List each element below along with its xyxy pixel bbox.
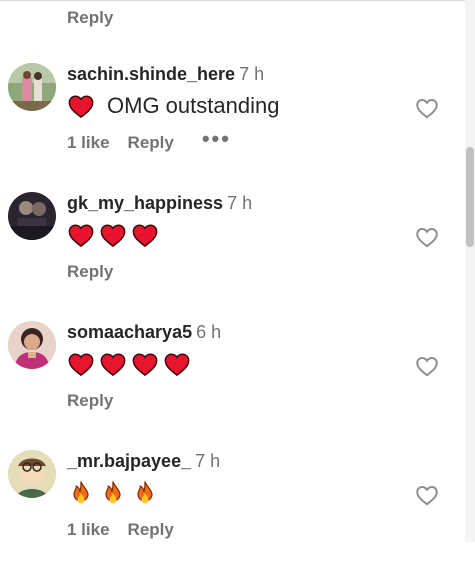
timestamp[interactable]: 7 h bbox=[195, 451, 220, 471]
comment-header: sachin.shinde_here 7 h bbox=[67, 63, 264, 85]
username[interactable]: sachin.shinde_here bbox=[67, 64, 235, 84]
fire-emoji bbox=[131, 479, 159, 507]
red-heart-emoji bbox=[163, 350, 191, 378]
fire-emoji bbox=[99, 479, 127, 507]
avatar[interactable] bbox=[8, 450, 56, 498]
avatar[interactable] bbox=[8, 321, 56, 369]
avatar[interactable] bbox=[8, 192, 56, 240]
comment-text: OMG outstanding bbox=[67, 91, 279, 121]
heart-outline-icon[interactable] bbox=[414, 224, 440, 250]
heart-outline-icon[interactable] bbox=[414, 482, 440, 508]
comment-header: somaacharya5 6 h bbox=[67, 321, 221, 343]
comment-item: somaacharya5 6 h Reply bbox=[0, 321, 465, 450]
like-count[interactable]: 1 like bbox=[67, 133, 110, 153]
heart-outline-icon[interactable] bbox=[414, 353, 440, 379]
red-heart-emoji bbox=[67, 221, 95, 249]
comment-actions: 1 like Reply ••• bbox=[67, 128, 231, 153]
reply-button[interactable]: Reply bbox=[67, 8, 113, 28]
reply-button[interactable]: Reply bbox=[128, 520, 174, 540]
comment-actions: Reply bbox=[67, 391, 113, 411]
reply-button[interactable]: Reply bbox=[67, 262, 113, 282]
comment-text bbox=[67, 349, 195, 379]
scrollbar-track[interactable] bbox=[465, 0, 475, 542]
timestamp[interactable]: 7 h bbox=[227, 193, 252, 213]
more-options-icon[interactable]: ••• bbox=[202, 128, 231, 150]
top-divider bbox=[0, 0, 465, 1]
comment-item: gk_my_happiness 7 h Reply bbox=[0, 192, 465, 321]
comment-header: _mr.bajpayee_ 7 h bbox=[67, 450, 220, 472]
comment-actions: 1 like Reply bbox=[67, 520, 174, 540]
comment-body: OMG outstanding bbox=[107, 93, 280, 118]
timestamp[interactable]: 6 h bbox=[196, 322, 221, 342]
scrollbar-thumb[interactable] bbox=[466, 147, 474, 247]
comment-text bbox=[67, 478, 163, 508]
comment-actions: Reply bbox=[67, 262, 113, 282]
comment-item: sachin.shinde_here 7 h OMG outstanding 1 … bbox=[0, 63, 465, 192]
username[interactable]: _mr.bajpayee_ bbox=[67, 451, 191, 471]
heart-outline-icon[interactable] bbox=[414, 95, 440, 121]
red-heart-emoji bbox=[99, 221, 127, 249]
username[interactable]: gk_my_happiness bbox=[67, 193, 223, 213]
like-count[interactable]: 1 like bbox=[67, 520, 110, 540]
reply-button[interactable]: Reply bbox=[67, 391, 113, 411]
red-heart-emoji bbox=[131, 350, 159, 378]
red-heart-emoji bbox=[131, 221, 159, 249]
timestamp[interactable]: 7 h bbox=[239, 64, 264, 84]
comment-header: gk_my_happiness 7 h bbox=[67, 192, 252, 214]
avatar[interactable] bbox=[8, 63, 56, 111]
username[interactable]: somaacharya5 bbox=[67, 322, 192, 342]
comment-item: _mr.bajpayee_ 7 h 1 like Reply bbox=[0, 450, 465, 579]
comment-text bbox=[67, 220, 163, 250]
reply-button[interactable]: Reply bbox=[128, 133, 174, 153]
fire-emoji bbox=[67, 479, 95, 507]
red-heart-emoji bbox=[99, 350, 127, 378]
red-heart-emoji bbox=[67, 92, 95, 120]
red-heart-emoji bbox=[67, 350, 95, 378]
